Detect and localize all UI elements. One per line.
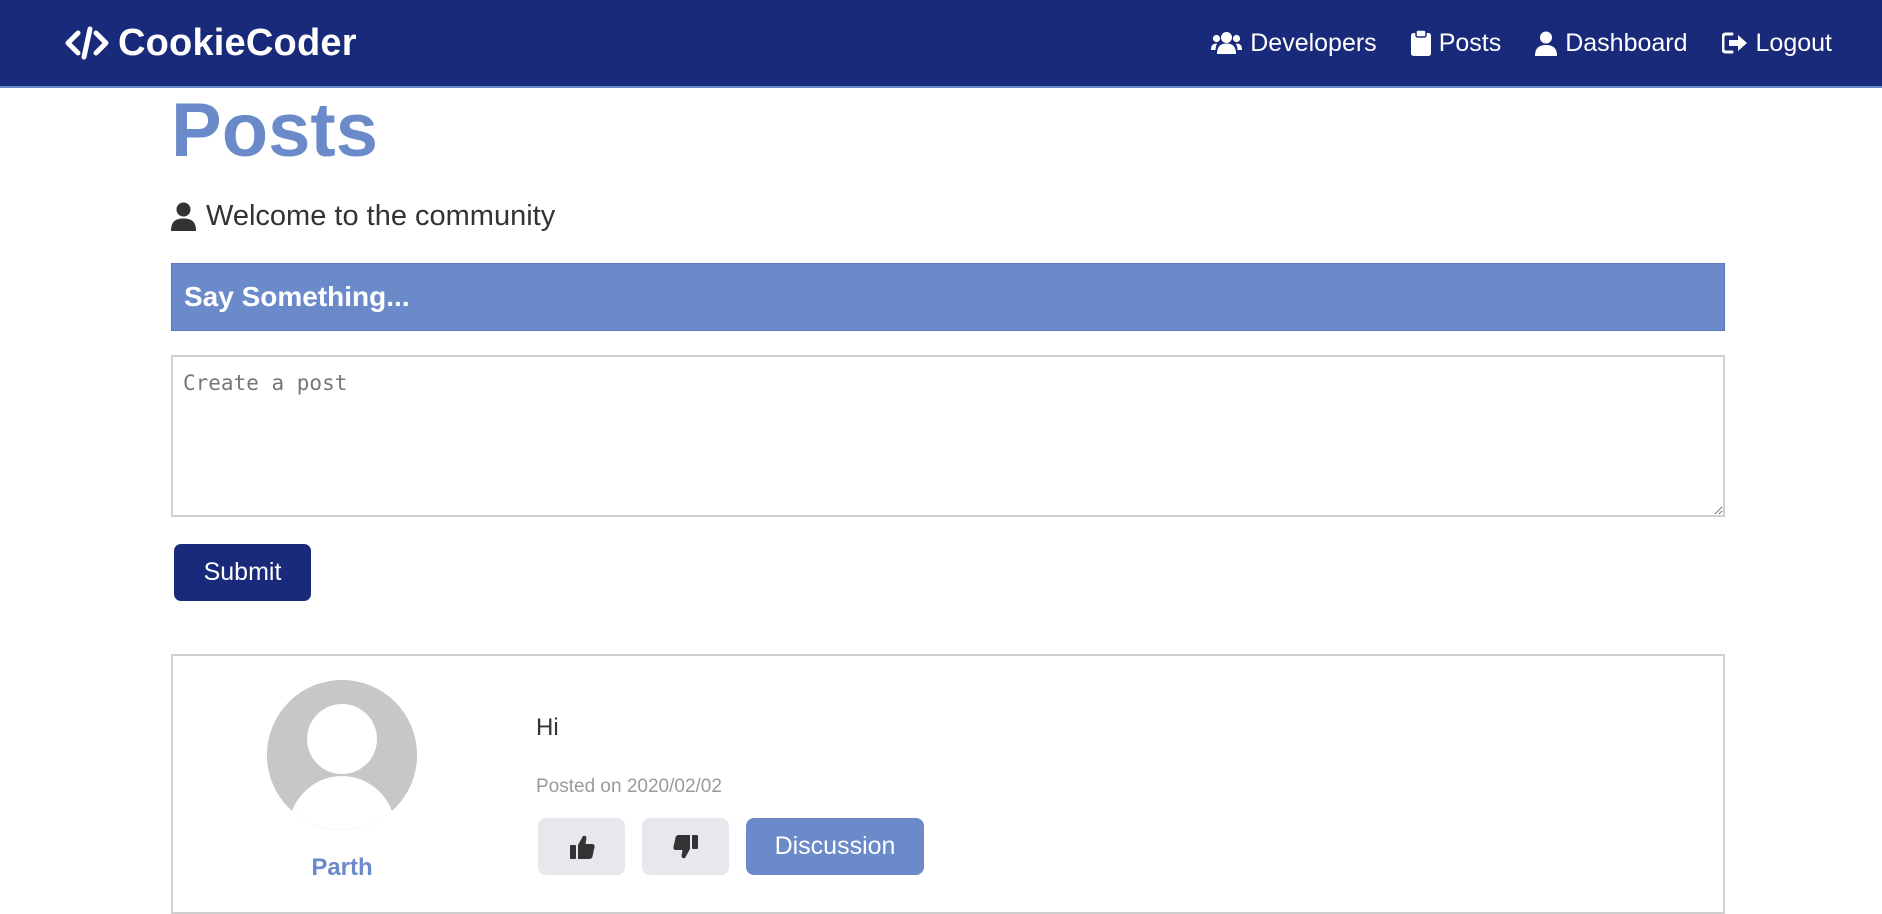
nav-dashboard-label: Dashboard [1565,28,1688,57]
user-icon [171,202,196,231]
thumbs-up-icon [569,835,595,859]
submit-button[interactable]: Submit [174,544,311,601]
nav-developers-label: Developers [1250,28,1377,57]
nav-posts-link[interactable]: Posts [1410,28,1502,58]
sign-out-icon [1721,32,1747,54]
nav-links: Developers Posts Dashboard Logout [1177,29,1832,58]
welcome-lead: Welcome to the community [171,200,1725,233]
default-avatar-icon [267,680,417,830]
brand-name: CookieCoder [118,21,357,64]
nav-developers-link[interactable]: Developers [1211,28,1377,58]
user-icon [1535,31,1558,56]
dislike-button[interactable] [642,818,729,875]
discussion-button[interactable]: Discussion [746,818,924,875]
posts-page: Posts Welcome to the community Say Somet… [171,88,1725,601]
post-author: Parth [267,680,417,882]
nav-dashboard-link[interactable]: Dashboard [1535,28,1688,58]
post-textarea[interactable] [171,355,1725,517]
clipboard-icon [1410,30,1431,56]
post-actions: Discussion [538,818,924,875]
nav-logout-label: Logout [1755,28,1832,57]
welcome-text: Welcome to the community [206,200,556,232]
post-text: Hi [536,714,559,741]
post-form: Submit [171,355,1725,601]
code-icon [65,26,109,60]
like-button[interactable] [538,818,625,875]
post-body: Hi Posted on 2020/02/02 Discussion [536,714,924,875]
post-form-header: Say Something... [171,263,1725,331]
avatar[interactable] [267,680,417,830]
author-name[interactable]: Parth [267,854,417,882]
post-card: Parth Hi Posted on 2020/02/02 Discussion [171,654,1725,914]
page-title: Posts [171,88,378,173]
users-icon [1211,32,1243,54]
thumbs-down-icon [672,834,698,858]
navbar: CookieCoder Developers Posts Dashboard L… [0,0,1882,88]
nav-logout-link[interactable]: Logout [1721,28,1832,58]
brand-link[interactable]: CookieCoder [64,22,357,65]
nav-posts-label: Posts [1438,28,1502,57]
post-form-header-text: Say Something... [184,281,410,312]
post-date: Posted on 2020/02/02 [536,776,722,797]
